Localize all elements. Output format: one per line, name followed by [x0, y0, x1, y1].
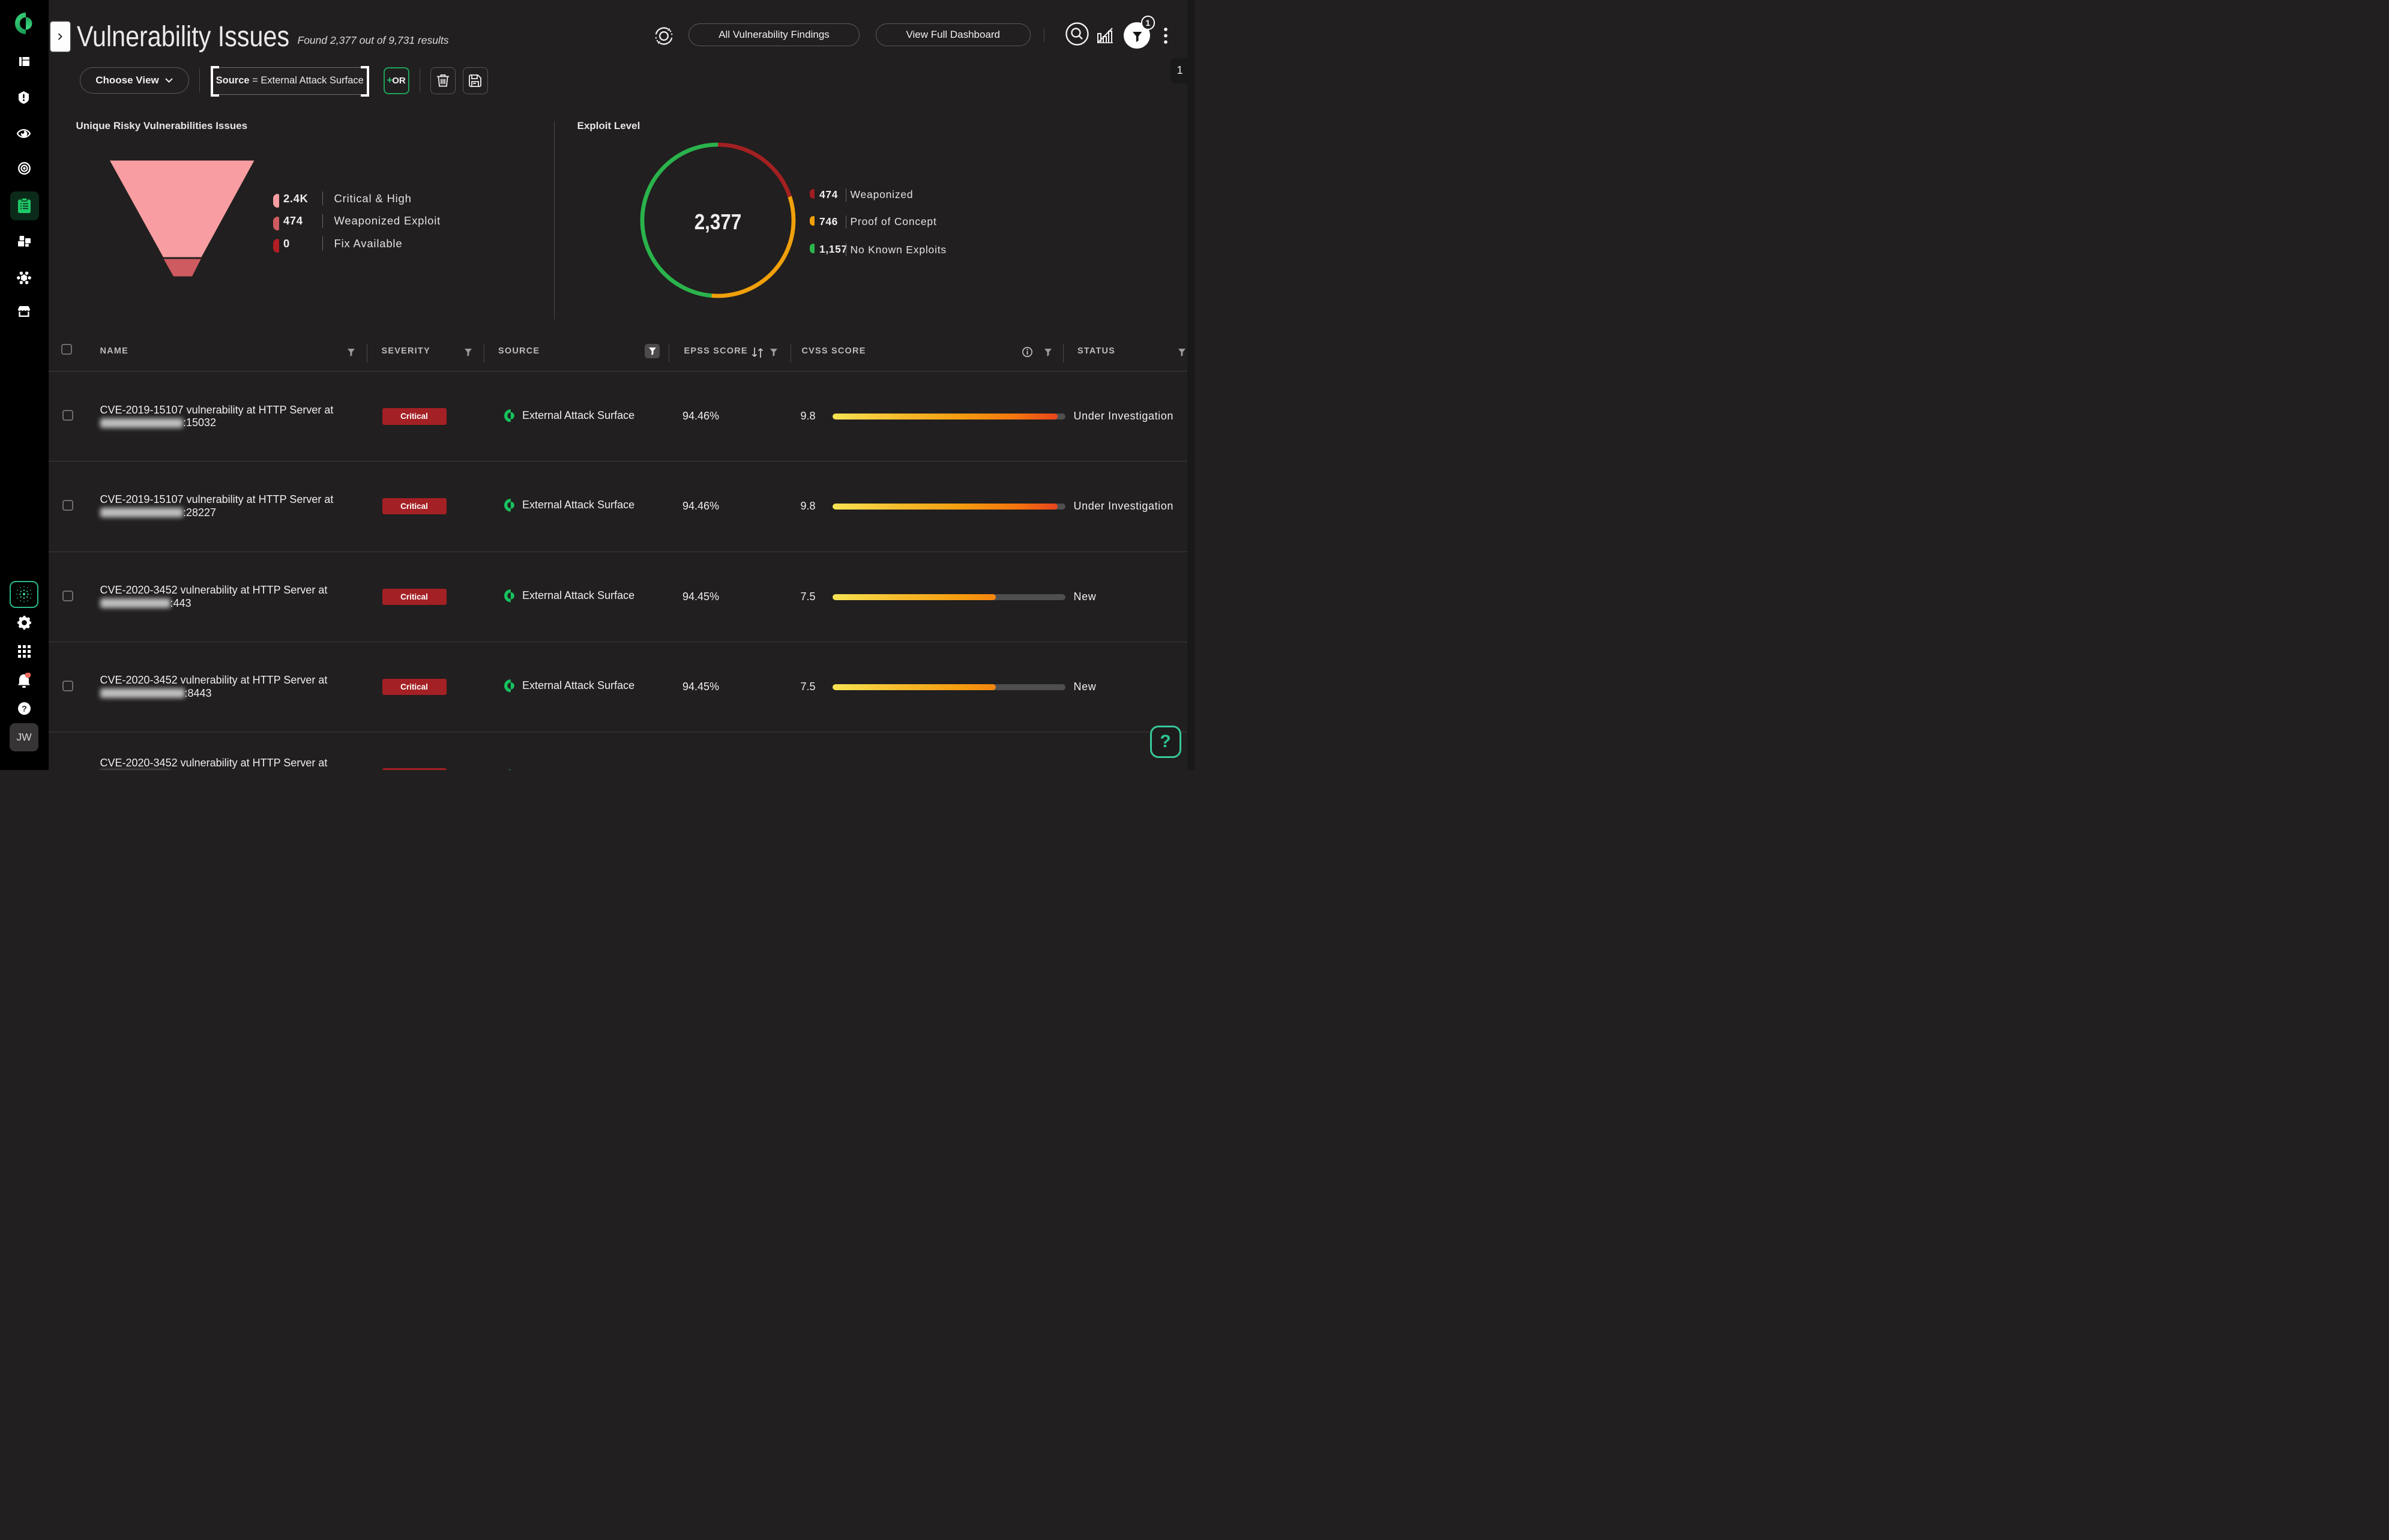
svg-text:?: ? [22, 703, 27, 713]
